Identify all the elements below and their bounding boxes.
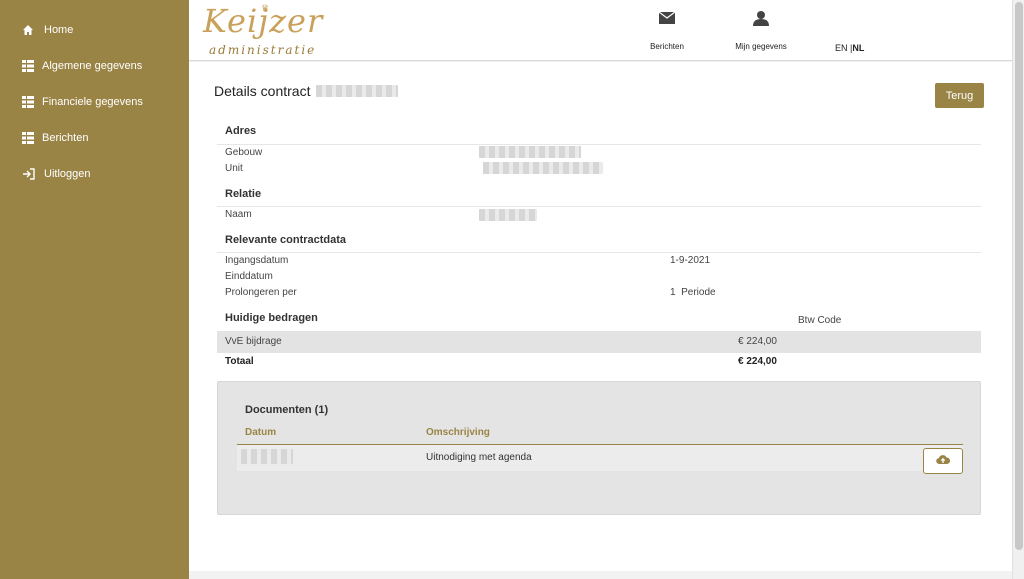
unit-label: Unit [225, 163, 243, 174]
einddatum-label: Einddatum [225, 271, 273, 282]
page-title: Details contract [214, 83, 399, 99]
sidebar-item-label: Uitloggen [44, 168, 91, 180]
section-title-bedragen: Huidige bedragen [225, 312, 318, 324]
documents-title: Documenten (1) [245, 404, 329, 416]
sidebar-item-label: Home [44, 24, 74, 36]
envelope-icon [627, 8, 707, 28]
sidebar-item-label: Financiele gegevens [42, 96, 143, 108]
section-title-adres: Adres [225, 125, 257, 137]
user-icon [721, 8, 801, 28]
vve-label: VvE bijdrage [225, 336, 282, 347]
list-icon [21, 59, 35, 73]
prolongeren-value: 1 Periode [670, 287, 716, 298]
divider [217, 206, 981, 207]
sidebar-item-financiele-gegevens[interactable]: Financiele gegevens [0, 90, 189, 114]
list-icon [21, 131, 35, 145]
list-icon [21, 95, 35, 109]
back-button[interactable]: Terug [935, 83, 984, 108]
redacted-gebouw [479, 146, 581, 158]
contract-details-card: Details contract Terug Adres Gebouw Unit… [189, 62, 1012, 571]
sidebar-item-uitloggen[interactable]: Uitloggen [0, 162, 189, 186]
col-header-omschrijving: Omschrijving [426, 427, 490, 438]
scrollbar-thumb[interactable] [1015, 2, 1023, 550]
vertical-scrollbar[interactable] [1012, 0, 1024, 579]
naam-label: Naam [225, 209, 252, 220]
documents-panel: Documenten (1) Datum Omschrijving Uitnod… [217, 381, 981, 515]
sidebar-item-label: Algemene gegevens [42, 60, 143, 72]
messages-label: Berichten [650, 42, 684, 51]
profile-button[interactable]: Mijn gegevens [721, 8, 801, 56]
keijzer-logo[interactable]: ♛ Keijzer administratie [203, 2, 353, 60]
sidebar-item-algemene-gegevens[interactable]: Algemene gegevens [0, 54, 189, 78]
cloud-upload-icon [936, 452, 951, 470]
sidebar-item-berichten[interactable]: Berichten [0, 126, 189, 150]
divider [217, 144, 981, 145]
totaal-label: Totaal [225, 356, 254, 367]
page-title-text: Details contract [214, 83, 311, 99]
vve-value: € 224,00 [738, 336, 777, 347]
language-switch: EN |NL [835, 43, 864, 53]
document-description: Uitnodiging met agenda [426, 452, 532, 463]
col-header-datum: Datum [245, 427, 277, 438]
table-row: VvE bijdrage € 224,00 [217, 331, 981, 353]
table-row: Uitnodiging met agenda [237, 445, 963, 474]
prolongeren-label: Prolongeren per [225, 287, 297, 298]
redacted-datum [241, 449, 293, 464]
gebouw-label: Gebouw [225, 147, 263, 158]
lang-en-link[interactable]: EN [835, 43, 848, 53]
btw-code-header: Btw Code [798, 315, 842, 326]
ingangsdatum-value: 1-9-2021 [670, 255, 711, 266]
lang-nl-link[interactable]: NL [852, 43, 864, 53]
download-button[interactable] [923, 448, 963, 474]
ingangsdatum-label: Ingangsdatum [225, 255, 289, 266]
logout-icon [21, 167, 35, 181]
redacted-contract-id [316, 85, 399, 97]
logo-title: Keijzer [203, 2, 324, 40]
sidebar: Home Algemene gegevens Financiele gegeve… [0, 0, 189, 579]
top-header: ♛ Keijzer administratie Berichten Mijn g… [189, 0, 1012, 61]
totaal-value: € 224,00 [738, 356, 777, 367]
redacted-unit [483, 162, 603, 174]
logo-subtitle: administratie [209, 43, 317, 57]
profile-label: Mijn gegevens [735, 42, 787, 51]
redacted-naam [479, 209, 537, 221]
sidebar-item-home[interactable]: Home [0, 18, 189, 42]
section-title-contractdata: Relevante contractdata [225, 234, 347, 246]
messages-button[interactable]: Berichten [627, 8, 707, 56]
home-icon [21, 23, 35, 37]
divider [217, 252, 981, 253]
section-title-relatie: Relatie [225, 188, 262, 200]
sidebar-item-label: Berichten [42, 132, 89, 144]
